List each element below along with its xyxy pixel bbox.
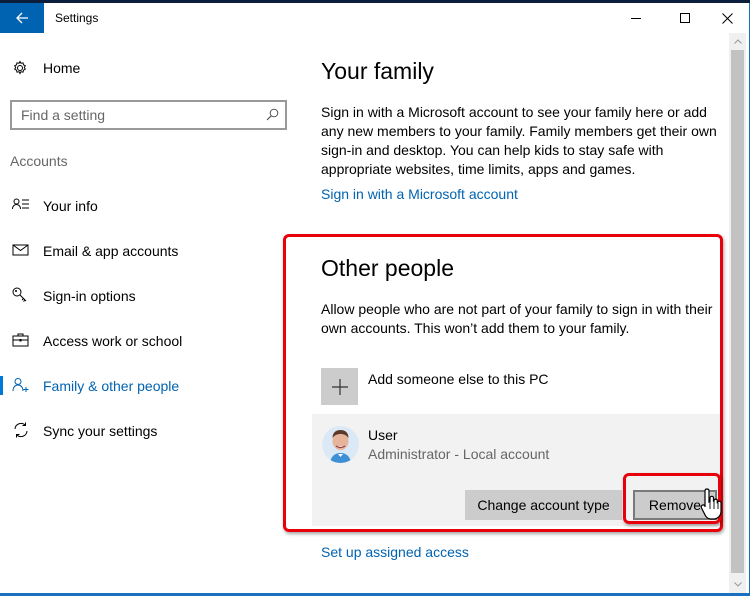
sidebar-item-label: Sign-in options [43, 287, 136, 304]
contact-list-icon [12, 198, 29, 210]
user-avatar-icon [322, 426, 359, 463]
user-account-type: Administrator - Local account [368, 446, 550, 462]
add-someone-label: Add someone else to this PC [368, 371, 549, 387]
gear-icon [14, 60, 26, 75]
sidebar-item-label: Email & app accounts [43, 242, 179, 259]
home-nav[interactable]: Home [12, 60, 80, 76]
set-up-assigned-access-link[interactable]: Set up assigned access [321, 544, 469, 560]
sidebar: Home Accounts Your info [0, 33, 300, 593]
add-person-icon [12, 378, 29, 392]
change-account-type-button[interactable]: Change account type [465, 490, 622, 520]
user-name: User [368, 427, 398, 443]
your-family-heading: Your family [321, 58, 434, 84]
key-icon [12, 287, 27, 302]
sidebar-item-email-app-accounts[interactable]: Email & app accounts [0, 228, 300, 273]
sidebar-item-family-other-people[interactable]: Family & other people [0, 363, 300, 408]
mail-icon [12, 244, 29, 256]
title-bar: Settings [0, 3, 750, 33]
your-family-description: Sign in with a Microsoft account to see … [321, 104, 717, 177]
chevron-up-icon [733, 39, 742, 44]
close-icon [721, 12, 733, 24]
maximize-icon [679, 12, 690, 23]
settings-window: Settings Home Accounts [0, 3, 750, 593]
sidebar-item-label: Your info [43, 197, 98, 214]
search-field[interactable] [10, 100, 287, 130]
minimize-icon [630, 17, 641, 19]
section-label-accounts: Accounts [10, 153, 68, 169]
search-input[interactable] [12, 102, 252, 128]
search-icon[interactable] [266, 108, 279, 121]
sidebar-item-label: Access work or school [43, 332, 183, 349]
add-someone-button[interactable]: Add someone else to this PC [321, 368, 549, 405]
remove-button[interactable]: Remove [633, 490, 717, 520]
main-content: Your family Sign in with a Microsoft acc… [300, 33, 723, 593]
other-people-heading: Other people [321, 255, 454, 281]
sidebar-item-sync-settings[interactable]: Sync your settings [0, 408, 300, 453]
sidebar-item-label: Family & other people [43, 377, 180, 394]
sidebar-item-access-work-school[interactable]: Access work or school [0, 318, 300, 363]
scroll-up-button[interactable] [729, 33, 746, 50]
briefcase-icon [12, 333, 29, 347]
avatar [322, 426, 359, 463]
sync-icon [14, 422, 28, 438]
sidebar-item-your-info[interactable]: Your info [0, 183, 300, 228]
close-button[interactable] [704, 3, 750, 33]
sidebar-item-label: Sync your settings [43, 422, 158, 439]
minimize-button[interactable] [613, 3, 659, 33]
back-arrow-icon [16, 12, 28, 24]
sidebar-item-sign-in-options[interactable]: Sign-in options [0, 273, 300, 318]
scroll-down-button[interactable] [729, 576, 746, 593]
back-button[interactable] [0, 3, 44, 33]
accounts-nav: Your info Email & app accounts Sign-in o… [0, 183, 300, 453]
user-account-card[interactable]: User Administrator - Local account Chang… [312, 414, 723, 526]
scroll-thumb[interactable] [731, 50, 744, 573]
plus-icon [331, 378, 348, 395]
sign-in-microsoft-link[interactable]: Sign in with a Microsoft account [321, 186, 518, 202]
vertical-scrollbar[interactable] [729, 33, 746, 593]
other-people-description: Allow people who are not part of your fa… [321, 301, 713, 336]
add-tile [321, 368, 358, 405]
chevron-down-icon [733, 582, 742, 587]
home-label: Home [43, 60, 81, 76]
maximize-button[interactable] [662, 3, 708, 33]
window-title: Settings [55, 11, 99, 25]
